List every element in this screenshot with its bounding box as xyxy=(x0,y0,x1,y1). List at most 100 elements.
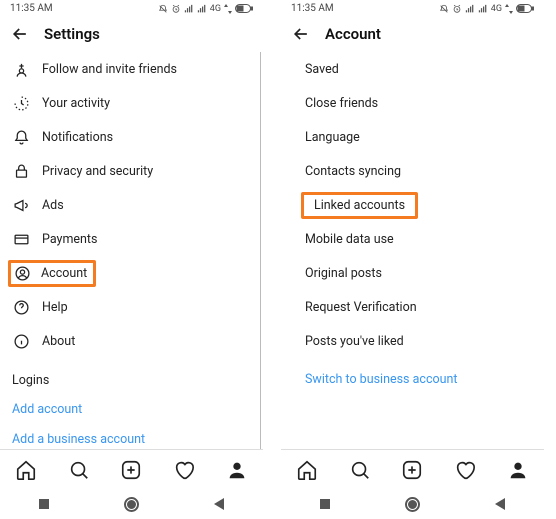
clock-icon xyxy=(12,95,30,112)
network-label: 4G xyxy=(210,4,221,14)
status-bar: 11:35 AM 4G xyxy=(0,0,263,16)
recent-apps-button[interactable] xyxy=(320,499,330,509)
item-label: Language xyxy=(305,130,360,145)
item-linked-accounts[interactable]: Linked accounts xyxy=(293,188,544,222)
bell-icon xyxy=(12,129,30,146)
heart-icon[interactable] xyxy=(454,459,476,481)
item-account[interactable]: Account xyxy=(12,256,263,290)
item-label: Payments xyxy=(42,232,97,247)
back-arrow-icon[interactable] xyxy=(10,24,30,44)
item-payments[interactable]: Payments xyxy=(12,222,263,256)
dnd-icon xyxy=(158,4,168,14)
link-add-account[interactable]: Add account xyxy=(12,394,263,424)
page-title: Settings xyxy=(44,25,100,43)
item-label: Notifications xyxy=(42,130,113,145)
updown-icon xyxy=(505,4,513,14)
account-list: Saved Close friends Language Contacts sy… xyxy=(293,52,544,449)
info-icon xyxy=(12,333,30,350)
page-title: Account xyxy=(325,25,381,43)
link-add-business[interactable]: Add a business account xyxy=(12,424,263,449)
profile-icon[interactable] xyxy=(507,459,529,481)
section-logins: Logins xyxy=(12,366,263,394)
item-privacy[interactable]: Privacy and security xyxy=(12,154,263,188)
network-label: 4G xyxy=(491,4,502,14)
profile-icon[interactable] xyxy=(226,459,248,481)
system-nav xyxy=(281,489,544,519)
add-post-icon[interactable] xyxy=(401,459,423,481)
highlight-account: Account xyxy=(8,260,96,287)
signal-icon xyxy=(465,4,475,14)
item-close-friends[interactable]: Close friends xyxy=(293,86,544,120)
item-label: Mobile data use xyxy=(305,232,394,247)
highlight-linked-accounts: Linked accounts xyxy=(301,192,418,219)
megaphone-icon xyxy=(12,197,30,214)
item-label: Ads xyxy=(42,198,64,213)
home-icon[interactable] xyxy=(15,459,37,481)
item-label: Close friends xyxy=(305,96,378,111)
item-original-posts[interactable]: Original posts xyxy=(293,256,544,290)
header: Settings xyxy=(0,16,263,52)
signal-icon xyxy=(184,4,194,14)
item-request-verification[interactable]: Request Verification xyxy=(293,290,544,324)
back-button[interactable] xyxy=(495,498,505,510)
settings-list: Follow and invite friends Your activity … xyxy=(0,52,263,449)
card-icon xyxy=(12,231,30,248)
item-label: Privacy and security xyxy=(42,164,153,179)
tab-bar xyxy=(0,449,263,489)
status-bar: 11:35 AM 4G xyxy=(281,0,544,16)
signal-icon xyxy=(197,4,207,14)
battery-icon xyxy=(235,4,253,13)
status-right: 4G xyxy=(158,4,253,14)
search-icon[interactable] xyxy=(68,459,90,481)
home-button[interactable] xyxy=(407,499,418,510)
user-circle-icon xyxy=(13,265,31,282)
link-switch-business[interactable]: Switch to business account xyxy=(293,364,544,394)
item-activity[interactable]: Your activity xyxy=(12,86,263,120)
home-icon[interactable] xyxy=(296,459,318,481)
add-post-icon[interactable] xyxy=(120,459,142,481)
item-label: Posts you've liked xyxy=(305,334,404,349)
status-right: 4G xyxy=(439,4,534,14)
item-label: About xyxy=(42,334,75,349)
item-label: Help xyxy=(42,300,68,315)
updown-icon xyxy=(224,4,232,14)
item-contacts-syncing[interactable]: Contacts syncing xyxy=(293,154,544,188)
alarm-icon xyxy=(171,4,181,14)
item-label: Request Verification xyxy=(305,300,417,315)
heart-icon[interactable] xyxy=(173,459,195,481)
system-nav xyxy=(0,489,263,519)
help-icon xyxy=(12,299,30,316)
recent-apps-button[interactable] xyxy=(39,499,49,509)
item-language[interactable]: Language xyxy=(293,120,544,154)
dnd-icon xyxy=(439,4,449,14)
item-about[interactable]: About xyxy=(12,324,263,358)
back-button[interactable] xyxy=(214,498,224,510)
item-label: Contacts syncing xyxy=(305,164,401,179)
item-notifications[interactable]: Notifications xyxy=(12,120,263,154)
item-label: Account xyxy=(41,266,87,281)
search-icon[interactable] xyxy=(349,459,371,481)
item-saved[interactable]: Saved xyxy=(293,52,544,86)
tab-bar xyxy=(281,449,544,489)
status-time: 11:35 AM xyxy=(291,3,334,14)
item-mobile-data[interactable]: Mobile data use xyxy=(293,222,544,256)
item-label: Linked accounts xyxy=(314,198,405,213)
item-ads[interactable]: Ads xyxy=(12,188,263,222)
lock-icon xyxy=(12,163,30,180)
settings-screen: 11:35 AM 4G Settings Follow and invite f… xyxy=(0,0,263,519)
status-time: 11:35 AM xyxy=(10,3,53,14)
header: Account xyxy=(281,16,544,52)
item-posts-liked[interactable]: Posts you've liked xyxy=(293,324,544,358)
item-label: Saved xyxy=(305,62,339,77)
item-label: Original posts xyxy=(305,266,382,281)
item-follow-invite[interactable]: Follow and invite friends xyxy=(12,52,263,86)
item-label: Your activity xyxy=(42,96,110,111)
item-label: Follow and invite friends xyxy=(42,62,177,77)
back-arrow-icon[interactable] xyxy=(291,24,311,44)
item-help[interactable]: Help xyxy=(12,290,263,324)
home-button[interactable] xyxy=(126,499,137,510)
add-user-icon xyxy=(12,61,30,78)
account-screen: 11:35 AM 4G Account Saved Close friends … xyxy=(281,0,544,519)
battery-icon xyxy=(516,4,534,13)
alarm-icon xyxy=(452,4,462,14)
